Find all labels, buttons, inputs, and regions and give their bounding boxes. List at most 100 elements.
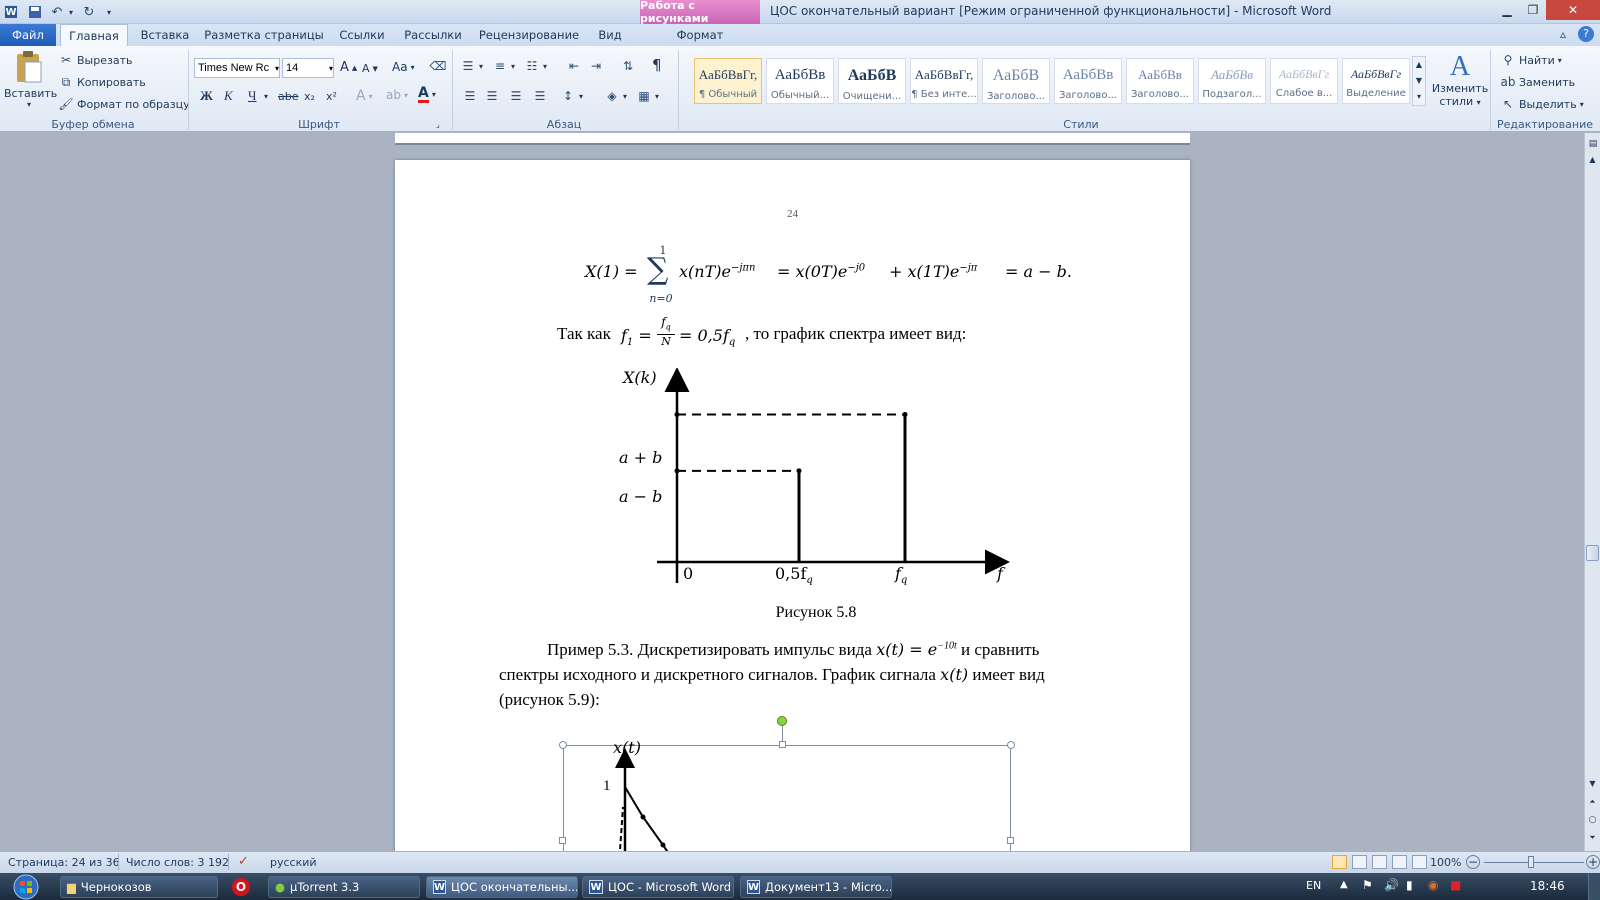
dialog-launcher-icon[interactable]: ⌟ (436, 120, 440, 129)
status-language[interactable]: русский (270, 856, 317, 869)
maximize-button[interactable]: ❐ (1520, 0, 1546, 20)
show-desktop-button[interactable] (1588, 873, 1600, 900)
resize-handle-tr[interactable] (1007, 741, 1015, 749)
rotate-handle[interactable] (777, 716, 787, 726)
input-language[interactable]: EN (1306, 879, 1321, 892)
font-size-combo[interactable]: 14 ▾ (282, 58, 334, 78)
style-heading-2[interactable]: АаБбВв Заголово... (1054, 58, 1122, 104)
copy-button[interactable]: ⧉ Копировать (58, 74, 146, 90)
document-page[interactable]: 24 X(1) = 1 ∑ n=0 x(nT)e−jπn = x(0T)e−j0… (395, 160, 1190, 865)
tab-file[interactable]: Файл (0, 24, 56, 46)
tray-expand-icon[interactable]: ▲ (1340, 879, 1348, 890)
style-heading-3[interactable]: АаБбВв Заголово... (1126, 58, 1194, 104)
ruler-toggle-icon[interactable]: ▤ (1587, 139, 1599, 151)
resize-handle-l[interactable] (559, 837, 566, 844)
superscript-button[interactable]: x² (326, 90, 337, 103)
shrink-font-button[interactable]: A ▼ (362, 62, 378, 75)
pilcrow-button[interactable]: ¶ (652, 56, 662, 74)
align-right-icon[interactable]: ☰ (508, 88, 524, 104)
close-button[interactable]: ✕ (1546, 0, 1600, 20)
tab-mailings[interactable]: Рассылки (398, 24, 468, 46)
taskbar-item-word-3[interactable]: W Документ13 - Micro... (740, 876, 892, 898)
subscript-button[interactable]: x₂ (304, 90, 315, 103)
change-styles-button[interactable]: A Изменить стили ▾ (1430, 52, 1490, 109)
draft-icon[interactable] (1412, 855, 1427, 869)
scroll-thumb[interactable] (1586, 545, 1599, 561)
highlight-button[interactable]: ab ▾ (386, 88, 408, 102)
increase-indent-icon[interactable]: ⇥ (588, 58, 604, 74)
bold-button[interactable]: Ж (200, 88, 213, 104)
clear-format-icon[interactable]: ⌫ (430, 58, 447, 74)
cut-button[interactable]: ✂ Вырезать (58, 52, 133, 68)
start-button[interactable] (6, 873, 46, 900)
zoom-in-icon[interactable]: + (1586, 855, 1600, 869)
word-app-icon[interactable]: W (2, 3, 20, 21)
style-emphasis[interactable]: АаБбВвГг Выделение (1342, 58, 1410, 104)
proofing-icon[interactable]: ✓ (238, 854, 249, 869)
network-tray-icon[interactable]: ⚑ (1362, 878, 1373, 892)
undo-icon[interactable]: ↶ (48, 3, 66, 21)
prev-page-icon[interactable]: ⏶ (1585, 797, 1600, 811)
bullets-button[interactable]: ☰ ▾ (460, 58, 483, 74)
ribbon-minimize-icon[interactable]: ▵ (1560, 27, 1566, 41)
zoom-slider-thumb[interactable] (1528, 856, 1534, 868)
replace-button[interactable]: ab Заменить (1500, 74, 1576, 90)
zoom-slider-track[interactable] (1484, 862, 1584, 863)
tab-insert[interactable]: Вставка (134, 24, 196, 46)
tab-page-layout[interactable]: Разметка страницы (202, 24, 326, 46)
help-icon[interactable]: ? (1578, 26, 1594, 42)
format-painter-button[interactable]: 🖌 Формат по образцу (58, 96, 189, 112)
underline-dropdown-icon[interactable]: ▾ (264, 92, 268, 101)
scroll-down-icon[interactable]: ▼ (1585, 779, 1600, 793)
status-page[interactable]: Страница: 24 из 36 (8, 856, 120, 869)
vertical-scrollbar[interactable]: ▤ ▲ ▼ ⏶ ○ ⏷ (1584, 133, 1600, 851)
align-center-icon[interactable]: ☰ (484, 88, 500, 104)
style-normal-2[interactable]: АаБбВв Обычный... (766, 58, 834, 104)
taskbar-item-word-1[interactable]: W ЦОС окончательны... (426, 876, 578, 898)
italic-button[interactable]: К (224, 88, 233, 104)
redo-icon[interactable]: ↻ (80, 3, 98, 21)
strikethrough-button[interactable]: abe (278, 90, 299, 103)
style-subtitle[interactable]: АаБбВв Подзагол... (1198, 58, 1266, 104)
style-no-spacing[interactable]: АаБбВвГг, ¶ Без инте... (910, 58, 978, 104)
line-spacing-button[interactable]: ↕ ▾ (560, 88, 583, 104)
shading-button[interactable]: ◈ ▾ (604, 88, 627, 104)
zoom-out-icon[interactable]: − (1466, 855, 1480, 869)
undo-dropdown-icon[interactable]: ▾ (66, 3, 76, 21)
select-button[interactable]: ↖ Выделить ▾ (1500, 96, 1584, 112)
find-button[interactable]: ⚲ Найти ▾ (1500, 52, 1562, 68)
tab-review[interactable]: Рецензирование (474, 24, 584, 46)
justify-icon[interactable]: ☰ (532, 88, 548, 104)
zoom-level[interactable]: 100% (1430, 856, 1461, 869)
resize-handle-r[interactable] (1007, 837, 1014, 844)
speaker-icon[interactable]: 🔊 (1384, 878, 1399, 892)
resize-handle-tl[interactable] (559, 741, 567, 749)
minimize-button[interactable]: ▁ (1494, 0, 1520, 20)
change-case-button[interactable]: Aa ▾ (392, 60, 415, 74)
resize-handle-t[interactable] (779, 741, 786, 748)
tab-view[interactable]: Вид (590, 24, 630, 46)
customize-qat-icon[interactable]: ▾ (104, 3, 114, 21)
sort-icon[interactable]: ⇅ (620, 58, 636, 74)
paste-button[interactable]: Вставить ▾ (4, 50, 57, 114)
opera-icon[interactable]: O (232, 878, 250, 896)
multilevel-button[interactable]: ☷ ▾ (524, 58, 547, 74)
full-screen-reading-icon[interactable] (1352, 855, 1367, 869)
tab-home[interactable]: Главная (60, 24, 128, 46)
grow-font-button[interactable]: A ▲ (340, 60, 357, 75)
clock[interactable]: 18:46 (1530, 879, 1565, 893)
borders-button[interactable]: ▦ ▾ (636, 88, 659, 104)
taskbar-item-folder[interactable]: ▆ Чернокозов (60, 876, 218, 898)
numbering-button[interactable]: ≡ ▾ (492, 58, 515, 74)
next-page-icon[interactable]: ⏷ (1585, 833, 1600, 847)
styles-scroll-buttons[interactable]: ▲ ▼ ▾ (1412, 56, 1426, 106)
style-clear[interactable]: АаБбВ Очищени... (838, 58, 906, 104)
save-icon[interactable] (26, 3, 44, 21)
style-heading-1[interactable]: АаБбВ Заголово... (982, 58, 1050, 104)
signal-icon[interactable]: ▮ (1406, 878, 1413, 892)
underline-button[interactable]: Ч (248, 88, 256, 104)
style-subtle-emphasis[interactable]: АаБбВвГг Слабое в... (1270, 58, 1338, 104)
status-words[interactable]: Число слов: 3 192 (126, 856, 229, 869)
tab-references[interactable]: Ссылки (332, 24, 392, 46)
tray-app-icon[interactable]: ◉ (1428, 878, 1438, 892)
